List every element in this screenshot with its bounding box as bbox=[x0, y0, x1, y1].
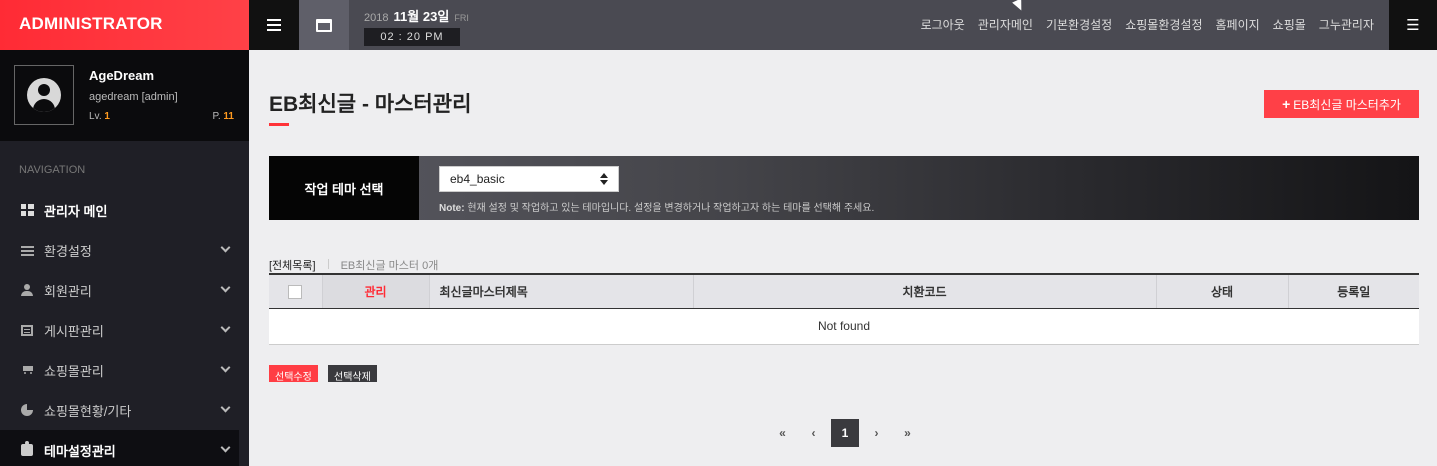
gnu-admin-link[interactable]: 그누관리자 bbox=[1319, 16, 1374, 33]
side-panel-toggle-button[interactable]: ☰ bbox=[1389, 0, 1437, 50]
top-links: 로그아웃 관리자메인 기본환경설정 쇼핑몰환경설정 홈페이지 쇼핑몰 그누관리자 bbox=[921, 16, 1374, 33]
pie-chart-icon bbox=[20, 403, 34, 417]
top-bar: ADMINISTRATOR 2018 11월 23일 FRI 02 : 20 P… bbox=[0, 0, 1437, 50]
mouse-cursor bbox=[1012, 0, 1026, 13]
sidebar-item-label: 게시판관리 bbox=[44, 323, 104, 339]
select-all-cell bbox=[269, 273, 323, 309]
window-toggle-button[interactable] bbox=[299, 0, 349, 50]
sidebar-item-members[interactable]: 회원관리 bbox=[0, 270, 249, 310]
col-status: 상태 bbox=[1156, 273, 1289, 309]
next-page-button[interactable]: › bbox=[861, 419, 892, 447]
shop-settings-link[interactable]: 쇼핑몰환경설정 bbox=[1125, 16, 1202, 33]
last-page-button[interactable]: » bbox=[892, 419, 923, 447]
select-up-icon bbox=[600, 173, 608, 178]
divider bbox=[327, 259, 329, 269]
list-icon bbox=[20, 323, 34, 337]
sidebar: AgeDream agedream [admin] Lv. 1 P. 11 NA… bbox=[0, 50, 249, 466]
master-table: 관리 최신글마스터제목 치환코드 상태 등록일 Not found bbox=[269, 273, 1419, 345]
profile-name: AgeDream bbox=[89, 68, 155, 83]
month-day: 11월 23일 bbox=[393, 9, 450, 24]
logout-link[interactable]: 로그아웃 bbox=[921, 16, 965, 33]
col-title: 최신글마스터제목 bbox=[429, 273, 694, 309]
chevron-down-icon bbox=[220, 282, 231, 293]
cart-icon bbox=[20, 363, 34, 377]
homepage-link[interactable]: 홈페이지 bbox=[1216, 16, 1260, 33]
chevron-down-icon bbox=[220, 322, 231, 333]
master-count: EB최신글 마스터 0개 bbox=[340, 260, 439, 272]
theme-select-panel: 작업 테마 선택 eb4_basic Note: 현재 설정 및 작업하고 있는… bbox=[269, 156, 1419, 220]
brand-logo[interactable]: ADMINISTRATOR bbox=[0, 0, 249, 50]
chevron-down-icon bbox=[220, 362, 231, 373]
sidebar-item-shop[interactable]: 쇼핑몰관리 bbox=[0, 350, 249, 390]
date-line: 2018 11월 23일 FRI bbox=[364, 6, 469, 25]
table-header-row: 관리 최신글마스터제목 치환코드 상태 등록일 bbox=[269, 273, 1419, 309]
select-all-checkbox[interactable] bbox=[288, 284, 303, 299]
title-underline bbox=[269, 123, 289, 126]
sliders-icon bbox=[20, 243, 34, 257]
sidebar-item-boards[interactable]: 게시판관리 bbox=[0, 310, 249, 350]
current-page[interactable]: 1 bbox=[831, 419, 859, 447]
profile-panel: AgeDream agedream [admin] Lv. 1 P. 11 bbox=[0, 50, 249, 141]
window-icon bbox=[316, 18, 332, 32]
sidebar-item-label: 환경설정 bbox=[44, 243, 92, 259]
pagination: « ‹ 1 › » bbox=[767, 419, 923, 447]
sidebar-item-label: 테마설정관리 bbox=[44, 443, 116, 459]
all-list-link[interactable]: [전체목록] bbox=[269, 257, 316, 273]
hamburger-menu-button[interactable] bbox=[249, 0, 299, 50]
prev-page-button[interactable]: ‹ bbox=[798, 419, 829, 447]
sidebar-item-theme-settings[interactable]: 테마설정관리 bbox=[0, 430, 239, 466]
select-down-icon bbox=[600, 180, 608, 185]
add-master-label: EB최신글 마스터추가 bbox=[1293, 97, 1401, 112]
sidebar-item-admin-main[interactable]: 관리자 메인 bbox=[0, 190, 249, 230]
grid-icon bbox=[20, 203, 34, 217]
add-master-button[interactable]: + EB최신글 마스터추가 bbox=[1264, 90, 1419, 118]
avatar[interactable] bbox=[14, 65, 74, 125]
user-avatar-icon bbox=[27, 78, 61, 112]
theme-select-value: eb4_basic bbox=[450, 172, 505, 186]
col-date: 등록일 bbox=[1288, 273, 1419, 309]
shop-link[interactable]: 쇼핑몰 bbox=[1273, 16, 1306, 33]
year: 2018 bbox=[364, 12, 389, 24]
profile-level: Lv. 1 bbox=[89, 111, 110, 122]
sidebar-item-label: 쇼핑몰관리 bbox=[44, 363, 104, 379]
user-icon bbox=[20, 283, 34, 297]
page-title: EB최신글 - 마스터관리 bbox=[269, 93, 472, 116]
indent-icon: ☰ bbox=[1406, 17, 1420, 34]
sidebar-item-shop-status[interactable]: 쇼핑몰현황/기타 bbox=[0, 390, 249, 430]
first-page-button[interactable]: « bbox=[767, 419, 798, 447]
hamburger-icon bbox=[267, 24, 281, 26]
profile-points: P. 11 bbox=[212, 111, 234, 122]
chevron-down-icon bbox=[220, 442, 231, 453]
sidebar-item-settings[interactable]: 환경설정 bbox=[0, 230, 249, 270]
basic-settings-link[interactable]: 기본환경설정 bbox=[1046, 16, 1112, 33]
bulk-delete-button[interactable]: 선택삭제 bbox=[328, 365, 377, 383]
weekday: FRI bbox=[454, 13, 469, 23]
chevron-down-icon bbox=[220, 402, 231, 413]
list-info: [전체목록] EB최신글 마스터 0개 bbox=[269, 257, 438, 273]
clock: 02 : 20 PM bbox=[364, 28, 460, 46]
bulk-edit-button[interactable]: 선택수정 bbox=[269, 365, 318, 383]
chevron-down-icon bbox=[220, 242, 231, 253]
col-code: 치환코드 bbox=[693, 273, 1157, 309]
date-time-display: 2018 11월 23일 FRI 02 : 20 PM bbox=[364, 6, 469, 46]
puzzle-icon bbox=[20, 441, 34, 457]
theme-label: 작업 테마 선택 bbox=[269, 156, 419, 220]
theme-select[interactable]: eb4_basic bbox=[439, 166, 619, 192]
theme-note: Note: 현재 설정 및 작업하고 있는 테마입니다. 설정을 변경하거나 작… bbox=[439, 203, 875, 214]
col-manage: 관리 bbox=[322, 273, 430, 309]
nav-title: NAVIGATION bbox=[19, 164, 86, 176]
sidebar-item-label: 쇼핑몰현황/기타 bbox=[44, 403, 132, 419]
empty-message: Not found bbox=[269, 308, 1419, 345]
admin-main-link[interactable]: 관리자메인 bbox=[978, 16, 1033, 33]
profile-id: agedream [admin] bbox=[89, 91, 178, 103]
sidebar-item-label: 회원관리 bbox=[44, 283, 92, 299]
table-row: Not found bbox=[269, 308, 1419, 345]
plus-icon: + bbox=[1282, 96, 1291, 112]
sidebar-item-label: 관리자 메인 bbox=[44, 203, 108, 219]
